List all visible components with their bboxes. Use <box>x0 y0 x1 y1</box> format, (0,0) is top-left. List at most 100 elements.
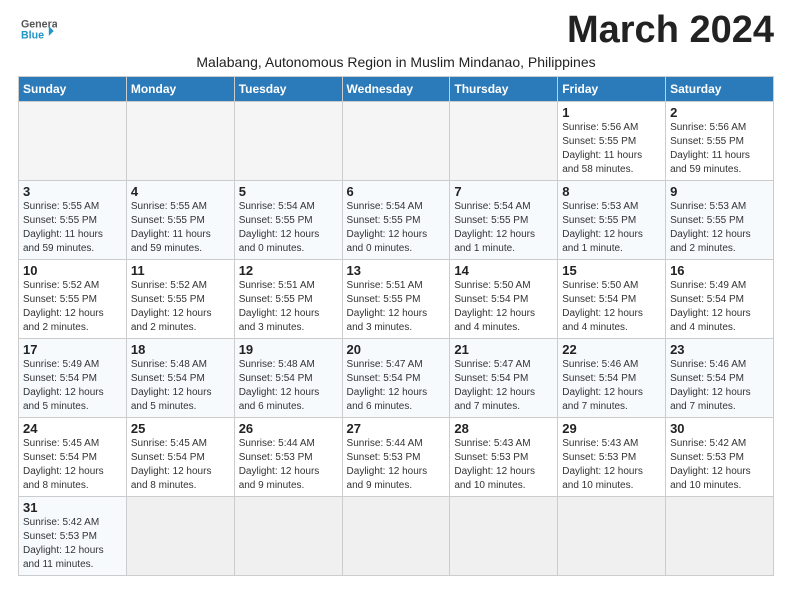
day-header-wednesday: Wednesday <box>342 76 450 101</box>
svg-text:Blue: Blue <box>21 29 44 41</box>
day-info: Sunrise: 5:55 AM Sunset: 5:55 PM Dayligh… <box>23 200 122 256</box>
day-info: Sunrise: 5:44 AM Sunset: 5:53 PM Dayligh… <box>347 437 446 493</box>
day-info: Sunrise: 5:48 AM Sunset: 5:54 PM Dayligh… <box>239 358 338 414</box>
calendar-cell: 14Sunrise: 5:50 AM Sunset: 5:54 PM Dayli… <box>450 259 558 338</box>
day-number: 9 <box>670 184 769 199</box>
calendar-cell: 28Sunrise: 5:43 AM Sunset: 5:53 PM Dayli… <box>450 417 558 496</box>
logo: General Blue <box>18 16 59 51</box>
week-row: 3Sunrise: 5:55 AM Sunset: 5:55 PM Daylig… <box>19 180 774 259</box>
day-info: Sunrise: 5:43 AM Sunset: 5:53 PM Dayligh… <box>454 437 553 493</box>
day-number: 1 <box>562 105 661 120</box>
day-info: Sunrise: 5:53 AM Sunset: 5:55 PM Dayligh… <box>670 200 769 256</box>
day-number: 3 <box>23 184 122 199</box>
day-info: Sunrise: 5:42 AM Sunset: 5:53 PM Dayligh… <box>670 437 769 493</box>
day-header-tuesday: Tuesday <box>234 76 342 101</box>
day-header-sunday: Sunday <box>19 76 127 101</box>
day-number: 15 <box>562 263 661 278</box>
day-header-friday: Friday <box>558 76 666 101</box>
day-info: Sunrise: 5:46 AM Sunset: 5:54 PM Dayligh… <box>562 358 661 414</box>
day-number: 5 <box>239 184 338 199</box>
day-number: 21 <box>454 342 553 357</box>
day-info: Sunrise: 5:50 AM Sunset: 5:54 PM Dayligh… <box>562 279 661 335</box>
logo-icon: General Blue <box>21 16 57 46</box>
week-row: 24Sunrise: 5:45 AM Sunset: 5:54 PM Dayli… <box>19 417 774 496</box>
day-number: 26 <box>239 421 338 436</box>
calendar-cell: 22Sunrise: 5:46 AM Sunset: 5:54 PM Dayli… <box>558 338 666 417</box>
calendar-cell: 16Sunrise: 5:49 AM Sunset: 5:54 PM Dayli… <box>666 259 774 338</box>
day-number: 19 <box>239 342 338 357</box>
day-number: 16 <box>670 263 769 278</box>
calendar-cell: 27Sunrise: 5:44 AM Sunset: 5:53 PM Dayli… <box>342 417 450 496</box>
subtitle: Malabang, Autonomous Region in Muslim Mi… <box>18 54 774 70</box>
day-info: Sunrise: 5:54 AM Sunset: 5:55 PM Dayligh… <box>454 200 553 256</box>
day-info: Sunrise: 5:55 AM Sunset: 5:55 PM Dayligh… <box>131 200 230 256</box>
day-info: Sunrise: 5:49 AM Sunset: 5:54 PM Dayligh… <box>670 279 769 335</box>
day-info: Sunrise: 5:43 AM Sunset: 5:53 PM Dayligh… <box>562 437 661 493</box>
calendar-cell: 7Sunrise: 5:54 AM Sunset: 5:55 PM Daylig… <box>450 180 558 259</box>
week-row: 31Sunrise: 5:42 AM Sunset: 5:53 PM Dayli… <box>19 496 774 575</box>
calendar-cell: 30Sunrise: 5:42 AM Sunset: 5:53 PM Dayli… <box>666 417 774 496</box>
day-number: 24 <box>23 421 122 436</box>
calendar-table: SundayMondayTuesdayWednesdayThursdayFrid… <box>18 76 774 576</box>
day-info: Sunrise: 5:45 AM Sunset: 5:54 PM Dayligh… <box>131 437 230 493</box>
day-number: 27 <box>347 421 446 436</box>
page-header: General Blue March 2024 <box>18 10 774 52</box>
day-number: 23 <box>670 342 769 357</box>
calendar-cell: 15Sunrise: 5:50 AM Sunset: 5:54 PM Dayli… <box>558 259 666 338</box>
calendar-cell: 21Sunrise: 5:47 AM Sunset: 5:54 PM Dayli… <box>450 338 558 417</box>
day-number: 6 <box>347 184 446 199</box>
day-info: Sunrise: 5:44 AM Sunset: 5:53 PM Dayligh… <box>239 437 338 493</box>
week-row: 10Sunrise: 5:52 AM Sunset: 5:55 PM Dayli… <box>19 259 774 338</box>
calendar-cell: 25Sunrise: 5:45 AM Sunset: 5:54 PM Dayli… <box>126 417 234 496</box>
calendar-cell <box>234 496 342 575</box>
calendar-cell: 31Sunrise: 5:42 AM Sunset: 5:53 PM Dayli… <box>19 496 127 575</box>
calendar-cell: 13Sunrise: 5:51 AM Sunset: 5:55 PM Dayli… <box>342 259 450 338</box>
day-number: 18 <box>131 342 230 357</box>
calendar-cell: 8Sunrise: 5:53 AM Sunset: 5:55 PM Daylig… <box>558 180 666 259</box>
calendar-cell <box>450 496 558 575</box>
calendar-cell <box>342 101 450 180</box>
calendar-cell: 5Sunrise: 5:54 AM Sunset: 5:55 PM Daylig… <box>234 180 342 259</box>
calendar-cell: 24Sunrise: 5:45 AM Sunset: 5:54 PM Dayli… <box>19 417 127 496</box>
calendar-cell: 4Sunrise: 5:55 AM Sunset: 5:55 PM Daylig… <box>126 180 234 259</box>
day-info: Sunrise: 5:54 AM Sunset: 5:55 PM Dayligh… <box>239 200 338 256</box>
day-info: Sunrise: 5:46 AM Sunset: 5:54 PM Dayligh… <box>670 358 769 414</box>
calendar-cell: 11Sunrise: 5:52 AM Sunset: 5:55 PM Dayli… <box>126 259 234 338</box>
day-info: Sunrise: 5:53 AM Sunset: 5:55 PM Dayligh… <box>562 200 661 256</box>
day-number: 31 <box>23 500 122 515</box>
calendar-cell: 12Sunrise: 5:51 AM Sunset: 5:55 PM Dayli… <box>234 259 342 338</box>
day-number: 28 <box>454 421 553 436</box>
day-info: Sunrise: 5:51 AM Sunset: 5:55 PM Dayligh… <box>239 279 338 335</box>
day-info: Sunrise: 5:52 AM Sunset: 5:55 PM Dayligh… <box>23 279 122 335</box>
day-info: Sunrise: 5:51 AM Sunset: 5:55 PM Dayligh… <box>347 279 446 335</box>
calendar-cell: 1Sunrise: 5:56 AM Sunset: 5:55 PM Daylig… <box>558 101 666 180</box>
calendar-cell: 29Sunrise: 5:43 AM Sunset: 5:53 PM Dayli… <box>558 417 666 496</box>
calendar-cell: 23Sunrise: 5:46 AM Sunset: 5:54 PM Dayli… <box>666 338 774 417</box>
day-info: Sunrise: 5:52 AM Sunset: 5:55 PM Dayligh… <box>131 279 230 335</box>
day-number: 7 <box>454 184 553 199</box>
calendar-cell: 6Sunrise: 5:54 AM Sunset: 5:55 PM Daylig… <box>342 180 450 259</box>
calendar-cell: 18Sunrise: 5:48 AM Sunset: 5:54 PM Dayli… <box>126 338 234 417</box>
day-info: Sunrise: 5:48 AM Sunset: 5:54 PM Dayligh… <box>131 358 230 414</box>
calendar-cell <box>558 496 666 575</box>
calendar-cell <box>666 496 774 575</box>
calendar-cell <box>126 101 234 180</box>
day-info: Sunrise: 5:49 AM Sunset: 5:54 PM Dayligh… <box>23 358 122 414</box>
month-title: March 2024 <box>567 10 774 52</box>
day-number: 4 <box>131 184 230 199</box>
calendar-cell <box>234 101 342 180</box>
day-info: Sunrise: 5:47 AM Sunset: 5:54 PM Dayligh… <box>454 358 553 414</box>
day-info: Sunrise: 5:56 AM Sunset: 5:55 PM Dayligh… <box>670 121 769 177</box>
calendar-cell: 17Sunrise: 5:49 AM Sunset: 5:54 PM Dayli… <box>19 338 127 417</box>
calendar-cell: 2Sunrise: 5:56 AM Sunset: 5:55 PM Daylig… <box>666 101 774 180</box>
day-number: 14 <box>454 263 553 278</box>
calendar-cell <box>450 101 558 180</box>
calendar-cell: 20Sunrise: 5:47 AM Sunset: 5:54 PM Dayli… <box>342 338 450 417</box>
day-info: Sunrise: 5:45 AM Sunset: 5:54 PM Dayligh… <box>23 437 122 493</box>
day-number: 2 <box>670 105 769 120</box>
day-number: 12 <box>239 263 338 278</box>
calendar-cell: 3Sunrise: 5:55 AM Sunset: 5:55 PM Daylig… <box>19 180 127 259</box>
calendar-cell: 9Sunrise: 5:53 AM Sunset: 5:55 PM Daylig… <box>666 180 774 259</box>
calendar-cell <box>19 101 127 180</box>
day-number: 29 <box>562 421 661 436</box>
